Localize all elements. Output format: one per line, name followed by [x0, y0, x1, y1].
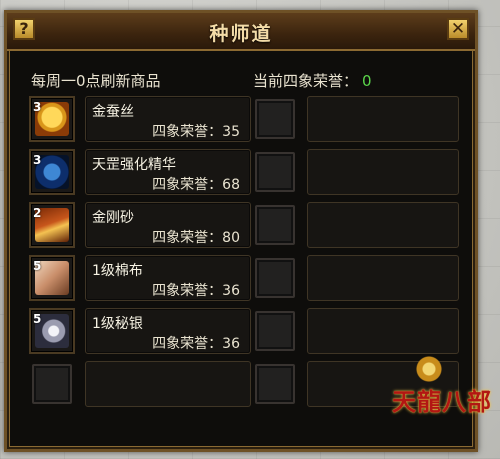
shop-row: 5 1级棉布 四象荣誉：36: [29, 255, 465, 301]
item-info[interactable]: 天罡强化精华 四象荣誉：68: [85, 149, 251, 195]
empty-item-slot[interactable]: [32, 364, 72, 404]
shop-row: 3 金蚕丝 四象荣誉：35: [29, 96, 465, 142]
shop-row: 3 天罡强化精华 四象荣誉：68: [29, 149, 465, 195]
empty-item-info[interactable]: [307, 149, 459, 195]
shop-row: 2 金刚砂 四象荣誉：80: [29, 202, 465, 248]
logo-text: 天龍八部: [392, 387, 492, 416]
empty-item-info[interactable]: [307, 308, 459, 354]
item-info[interactable]: 1级棉布 四象荣誉：36: [85, 255, 251, 301]
empty-item-info[interactable]: [307, 255, 459, 301]
item-info[interactable]: 金蚕丝 四象荣誉：35: [85, 96, 251, 142]
empty-item-info[interactable]: [307, 96, 459, 142]
item-quantity: 3: [33, 153, 42, 167]
item-slot[interactable]: 5: [29, 308, 75, 354]
shop-row: 5 1级秘银 四象荣誉：36: [29, 308, 465, 354]
honor-display: 当前四象荣誉： 0: [253, 70, 372, 91]
item-name: 1级棉布: [92, 263, 143, 279]
honor-label: 当前四象荣誉：: [253, 72, 359, 90]
empty-item-slot[interactable]: [255, 99, 295, 139]
empty-item-slot[interactable]: [255, 311, 295, 351]
item-info[interactable]: 1级秘银 四象荣誉：36: [85, 308, 251, 354]
item-name: 金刚砂: [92, 210, 134, 226]
item-quantity: 5: [33, 312, 42, 326]
item-quantity: 2: [33, 206, 42, 220]
close-button[interactable]: ✕: [447, 18, 469, 40]
item-slot[interactable]: 2: [29, 202, 75, 248]
item-slot[interactable]: 3: [29, 149, 75, 195]
item-slot[interactable]: 3: [29, 96, 75, 142]
empty-item-info[interactable]: [307, 202, 459, 248]
dragon-emblem-icon: [412, 352, 446, 386]
item-name: 天罡强化精华: [92, 157, 176, 173]
refresh-note: 每周一0点刷新商品: [31, 72, 161, 90]
item-slot[interactable]: 5: [29, 255, 75, 301]
empty-item-slot[interactable]: [255, 152, 295, 192]
item-cost: 四象荣誉：36: [152, 336, 240, 352]
window-title: 种师道: [209, 23, 273, 45]
item-quantity: 5: [33, 259, 42, 273]
empty-item-slot[interactable]: [255, 364, 295, 404]
game-logo: 天龍八部: [374, 352, 496, 426]
item-cost: 四象荣誉：68: [152, 177, 240, 193]
item-name: 金蚕丝: [92, 104, 134, 120]
empty-item-info[interactable]: [85, 361, 251, 407]
item-quantity: 3: [33, 100, 42, 114]
item-info[interactable]: 金刚砂 四象荣誉：80: [85, 202, 251, 248]
empty-item-slot[interactable]: [255, 205, 295, 245]
title-bar: ? 种师道 ✕: [7, 13, 475, 51]
item-cost: 四象荣誉：35: [152, 124, 240, 140]
item-name: 1级秘银: [92, 316, 143, 332]
honor-value: 0: [362, 72, 372, 90]
item-cost: 四象荣誉：80: [152, 230, 240, 246]
empty-item-slot[interactable]: [255, 258, 295, 298]
item-cost: 四象荣誉：36: [152, 283, 240, 299]
